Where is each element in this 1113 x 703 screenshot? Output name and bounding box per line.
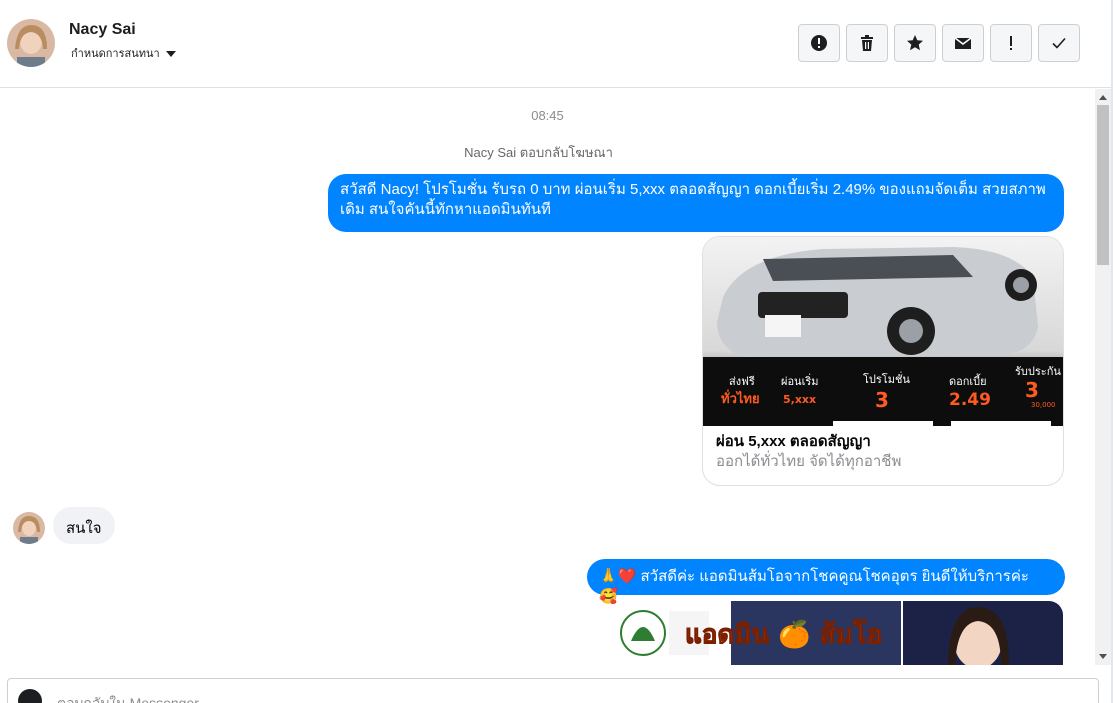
scrollbar-thumb[interactable] [1097,105,1109,265]
admin-banner-image[interactable]: แอดมิน 🍊 ส้มโอ [613,601,1063,665]
check-icon [1052,37,1066,49]
promo-promotion-value: 3 [875,388,889,412]
thread-scrollbar[interactable] [1095,89,1111,665]
trash-icon [861,35,873,51]
promo-insurance-label: รับประกัน [1015,365,1061,378]
exclamation-icon [1010,36,1012,50]
mark-spam-button[interactable] [798,24,840,62]
contact-avatar[interactable] [7,19,55,67]
conversation-settings-dropdown[interactable]: กำหนดการสนทนา [71,44,176,62]
message-timestamp: 08:45 [531,108,564,123]
star-button[interactable] [894,24,936,62]
caret-down-icon [165,51,176,57]
mark-unread-button[interactable] [942,24,984,62]
delete-button[interactable] [846,24,888,62]
alert-circle-icon [811,35,827,51]
reply-composer[interactable]: ตอบกลับใน Messenger [7,678,1099,703]
star-icon [907,35,923,51]
mark-done-button[interactable] [1038,24,1080,62]
promo-card[interactable]: ส่งฟรี ทั่วไทย ผ่อนเริ่ม 5,xxx โปรโมชั่น… [702,236,1064,486]
reply-input-placeholder[interactable]: ตอบกลับใน Messenger [57,693,199,703]
incoming-message[interactable]: สนใจ [53,507,115,544]
promo-card-subtitle: ออกได้ทั่วไทย จัดได้ทุกอาชีพ [716,453,902,470]
outgoing-message[interactable]: 🙏❤️ สวัสดีค่ะ แอดมินส้มโอจากโชคคูณโชคอุต… [587,559,1065,605]
promo-free-value: ทั่วไทย [721,389,760,407]
promo-installment-value: 5,xxx [783,393,816,406]
conversation-settings-label: กำหนดการสนทนา [71,48,160,60]
follow-up-button[interactable] [990,24,1032,62]
scroll-up-arrow-icon[interactable] [1099,95,1107,100]
banner-admin-text: แอดมิน 🍊 ส้มโอ [685,618,882,650]
message-thread[interactable]: 08:45 Nacy Sai ตอบกลับโฆษณา สวัสดี Nacy!… [0,89,1095,665]
toolbar [798,24,1080,62]
contact-name[interactable]: Nacy Sai [69,21,136,39]
scroll-down-arrow-icon[interactable] [1099,654,1107,659]
promo-insurance-value: 3 [1025,378,1039,402]
conversation-header: Nacy Sai กำหนดการสนทนา [0,0,1111,88]
promo-free-label: ส่งฟรี [729,375,755,388]
promo-interest-label: ดอกเบี้ย [949,373,987,388]
promo-installment-label: ผ่อนเริ่ม [781,373,819,388]
car-promo-image: ส่งฟรี ทั่วไทย ผ่อนเริ่ม 5,xxx โปรโมชั่น… [703,237,1063,426]
envelope-icon [954,37,972,49]
sender-avatar [13,512,45,544]
promo-promotion-label: โปรโมชั่น [863,371,910,386]
outgoing-message[interactable]: สวัสดี Nacy! โปรโมชั่น รับรถ 0 บาท ผ่อนเ… [328,174,1064,232]
promo-insurance-sub: 30,000 [1031,401,1056,409]
page-avatar-icon [18,689,42,703]
promo-interest-value: 2.49 [949,390,991,410]
ad-reply-note: Nacy Sai ตอบกลับโฆษณา [464,145,613,160]
